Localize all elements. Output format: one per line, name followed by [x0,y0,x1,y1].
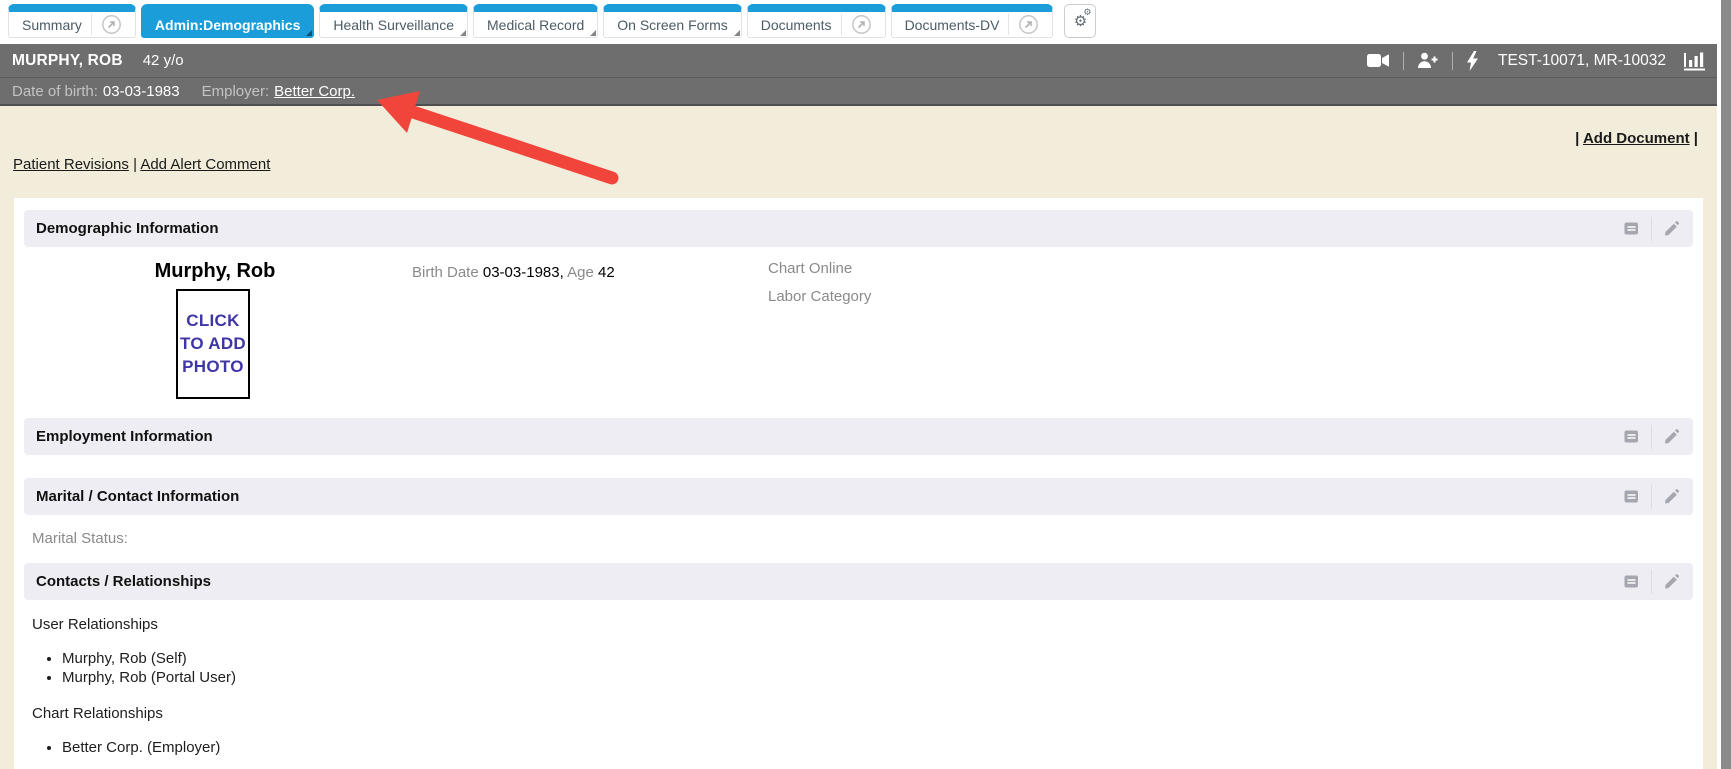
tab-on-screen-forms[interactable]: On Screen Forms [603,4,741,38]
tab-admin-demographics[interactable]: Admin:Demographics [141,4,314,38]
pipe: | [1690,130,1698,147]
patient-name: MURPHY, ROB [12,52,123,70]
bar-chart-icon[interactable] [1683,50,1707,71]
tab-medical-record[interactable]: Medical Record [473,4,598,38]
list-item: Murphy, Rob (Portal User) [62,668,1703,687]
section-title: Employment Information [36,428,213,445]
tab-settings-button[interactable]: ⚙ ⚙ [1064,4,1096,38]
tab-label: Health Surveillance [333,17,454,33]
chart-relationships-list: Better Corp. (Employer) [14,738,1703,757]
demographic-content: Murphy, Rob CLICK TO ADD PHOTO Birth Dat… [14,247,1703,418]
birth-date-value: 03-03-1983, [483,264,564,281]
pencil-icon[interactable] [1662,572,1681,591]
patient-revisions-link[interactable]: Patient Revisions [13,156,129,173]
tab-documents-dv[interactable]: Documents-DV [891,4,1054,38]
patient-ids: TEST-10071, MR-10032 [1498,52,1666,70]
open-in-new-circle-icon[interactable] [91,14,122,35]
log-book-icon[interactable] [1622,572,1641,591]
section-title: Marital / Contact Information [36,488,239,505]
section-title: Demographic Information [36,220,219,237]
pipe: | [1575,130,1583,147]
add-document-link[interactable]: Add Document [1583,130,1690,147]
photo-line: CLICK [186,311,239,331]
pencil-icon[interactable] [1662,487,1681,506]
tab-dropdown-corner-icon [590,30,596,36]
photo-line: PHOTO [182,357,244,377]
patient-header-bar: MURPHY, ROB 42 y/o TEST-10071, MR-10032 [0,44,1731,77]
patient-subheader-bar: Date of birth: 03-03-1983 Employer: Bett… [0,77,1731,106]
log-book-icon[interactable] [1622,427,1641,446]
tab-documents[interactable]: Documents [747,4,886,38]
log-book-icon[interactable] [1622,487,1641,506]
add-photo-placeholder[interactable]: CLICK TO ADD PHOTO [176,289,250,399]
lightning-bolt-icon[interactable] [1466,51,1479,71]
photo-line: TO ADD [180,334,246,354]
patient-age: 42 y/o [143,52,184,69]
tab-label: Admin:Demographics [155,17,300,33]
content-area: | Add Document | Patient Revisions | Add… [0,106,1731,769]
list-item: Better Corp. (Employer) [62,738,1703,757]
marital-status-label: Marital Status: [32,530,1703,547]
vertical-scrollbar[interactable] [1717,0,1731,769]
patient-display-name: Murphy, Rob [135,260,295,283]
age-value: 42 [598,264,615,281]
add-user-icon[interactable] [1417,52,1439,69]
tab-dropdown-corner-icon [460,30,466,36]
chart-relationships-label: Chart Relationships [32,705,1703,722]
birth-date-line: Birth Date 03-03-1983, Age 42 [412,264,615,281]
age-label: Age [567,264,594,281]
tab-label: Summary [22,17,82,33]
add-document-row: | Add Document | [0,130,1698,147]
chart-online-label: Chart Online [768,260,852,277]
patient-links-row: Patient Revisions | Add Alert Comment [13,156,1731,173]
video-camera-icon[interactable] [1367,53,1390,68]
tab-label: Documents-DV [905,17,1000,33]
add-alert-comment-link[interactable]: Add Alert Comment [140,156,270,173]
user-relationships-label: User Relationships [32,616,1703,633]
tab-summary[interactable]: Summary [8,4,136,38]
section-contacts-relationships: Contacts / Relationships [24,563,1693,600]
employer-link[interactable]: Better Corp. [274,83,355,100]
tab-label: On Screen Forms [617,17,727,33]
tab-dropdown-corner-icon [734,30,740,36]
tab-label: Medical Record [487,17,584,33]
pencil-icon[interactable] [1662,427,1681,446]
section-employment-information: Employment Information [24,418,1693,455]
tab-label: Documents [761,17,832,33]
user-relationships-list: Murphy, Rob (Self) Murphy, Rob (Portal U… [14,649,1703,687]
tab-bar: Summary Admin:Demographics Health Survei… [0,0,1731,44]
section-demographic-information: Demographic Information [24,210,1693,247]
birth-date-label: Birth Date [412,264,479,281]
tab-dropdown-corner-icon [306,30,312,36]
open-in-new-circle-icon[interactable] [841,14,872,35]
gears-icon-small: ⚙ [1083,8,1091,17]
tab-health-surveillance[interactable]: Health Surveillance [319,4,468,38]
log-book-icon[interactable] [1622,219,1641,238]
section-title: Contacts / Relationships [36,573,211,590]
section-marital-contact-information: Marital / Contact Information [24,478,1693,515]
labor-category-label: Labor Category [768,288,871,305]
dob-value: 03-03-1983 [103,83,180,100]
pencil-icon[interactable] [1662,219,1681,238]
demographics-panel: Demographic Information Murphy, Rob CLIC… [14,198,1703,769]
dob-label: Date of birth: [12,83,98,100]
list-item: Murphy, Rob (Self) [62,649,1703,668]
open-in-new-circle-icon[interactable] [1008,14,1039,35]
employer-label: Employer: [202,83,270,100]
